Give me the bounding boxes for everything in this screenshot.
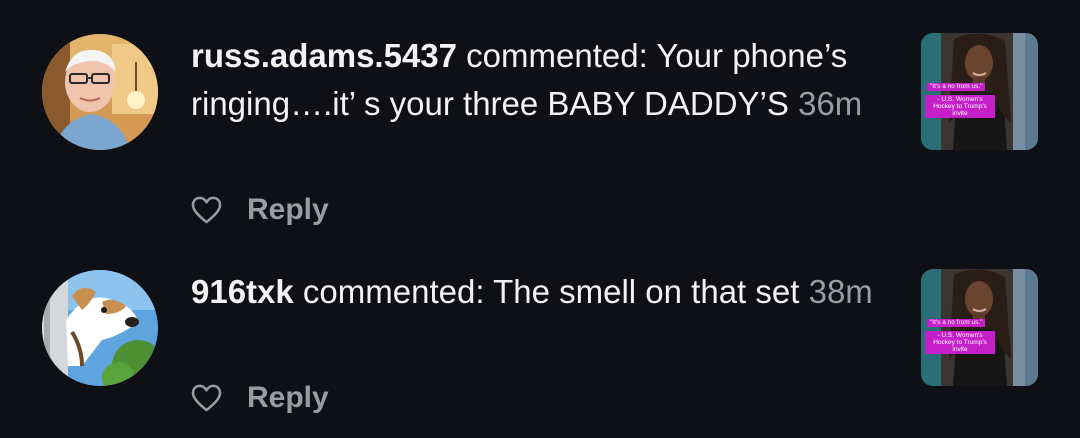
thumbnail-headline: - U.S. Women's Hockey to Trump's invite	[925, 95, 995, 118]
action-text: commented:	[293, 273, 494, 310]
username[interactable]: 916txk	[191, 273, 294, 310]
heart-outline-icon[interactable]	[191, 384, 222, 412]
comment-notification[interactable]: russ.adams.5437 commented: Your phone’s …	[0, 0, 1080, 240]
notification-text: russ.adams.5437 commented: Your phone’s …	[191, 32, 881, 128]
reply-button[interactable]: Reply	[191, 190, 329, 230]
thumbnail-headline: - U.S. Women's Hockey to Trump's invite	[925, 331, 995, 354]
avatar[interactable]	[42, 34, 158, 150]
thumbnail-quote: "It's a no from us."	[927, 319, 986, 327]
thumbnail-quote: "It's a no from us."	[927, 83, 986, 91]
heart-outline-icon[interactable]	[191, 196, 222, 224]
notification-text: 916txk commented: The smell on that set …	[191, 268, 881, 316]
post-thumbnail[interactable]: "It's a no from us." - U.S. Women's Hock…	[921, 269, 1038, 386]
comment-text: The smell on that set	[493, 273, 800, 310]
post-thumbnail[interactable]: "It's a no from us." - U.S. Women's Hock…	[921, 33, 1038, 150]
reply-label[interactable]: Reply	[247, 193, 329, 227]
reply-label[interactable]: Reply	[247, 381, 329, 415]
action-text: commented:	[457, 37, 657, 74]
reply-button[interactable]: Reply	[191, 378, 329, 418]
timestamp: 36m	[798, 85, 863, 122]
avatar[interactable]	[42, 270, 158, 386]
timestamp: 38m	[808, 273, 873, 310]
comment-notification[interactable]: 916txk commented: The smell on that set …	[0, 240, 1080, 438]
username[interactable]: russ.adams.5437	[191, 37, 457, 74]
